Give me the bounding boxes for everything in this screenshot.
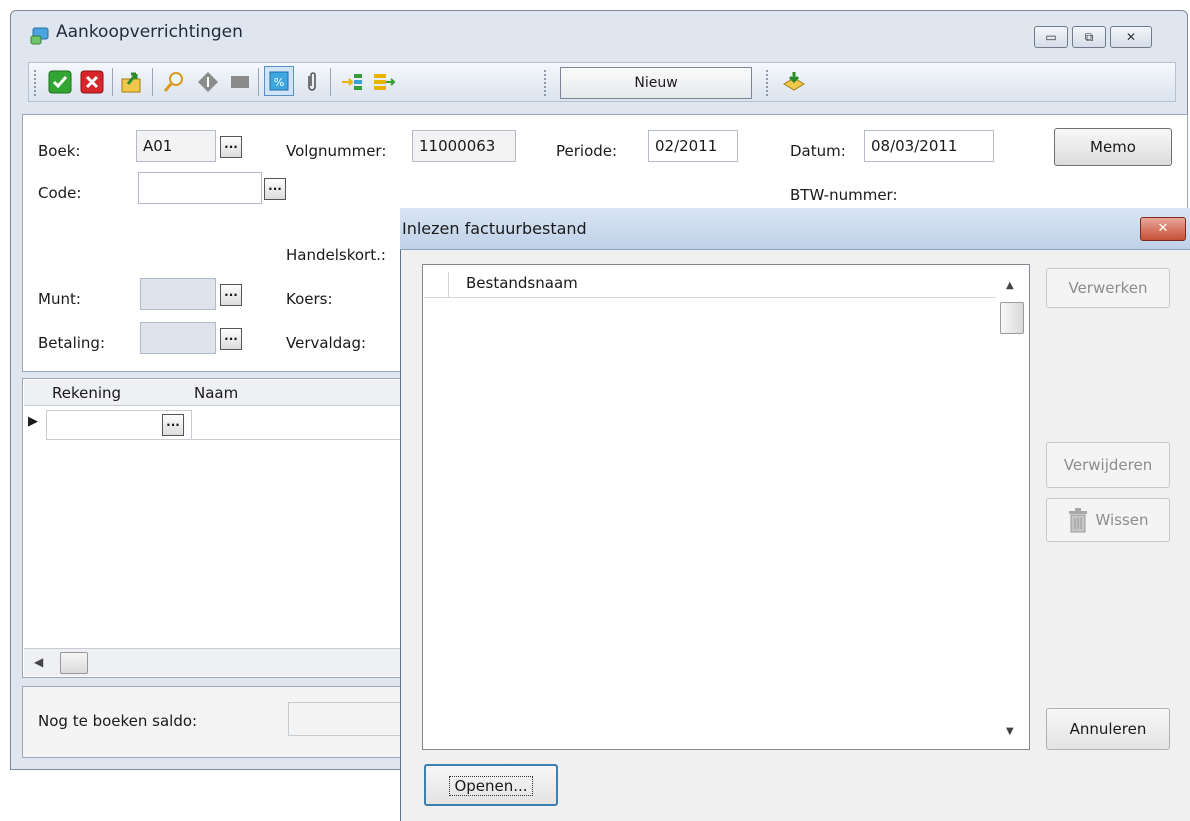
column-header-naam[interactable]: Naam <box>194 384 238 402</box>
file-list[interactable] <box>422 264 1030 750</box>
column-header-rekening[interactable]: Rekening <box>52 384 121 402</box>
annuleren-button[interactable]: Annuleren <box>1046 708 1170 750</box>
saldo-label: Nog te boeken saldo: <box>38 712 198 730</box>
split-left-icon[interactable] <box>340 70 364 94</box>
toolbar-separator <box>330 68 331 96</box>
toolbar-grip[interactable] <box>34 70 39 96</box>
scroll-thumb[interactable] <box>60 652 88 674</box>
trash-icon <box>1065 507 1091 551</box>
munt-lookup-button[interactable]: ... <box>220 284 242 306</box>
btw-label: BTW-nummer: <box>790 186 898 204</box>
paperclip-icon[interactable] <box>300 70 324 94</box>
periode-field[interactable]: 02/2011 <box>648 130 738 162</box>
scroll-left-icon[interactable]: ◀ <box>34 655 43 669</box>
toolbar-grip[interactable] <box>766 70 771 96</box>
boek-label: Boek: <box>38 142 81 160</box>
header-divider <box>448 272 449 298</box>
dialog-title: Inlezen factuurbestand <box>402 219 587 238</box>
saldo-field <box>288 702 404 736</box>
verwijderen-button[interactable]: Verwijderen <box>1046 442 1170 488</box>
munt-field <box>140 278 216 310</box>
boek-field[interactable]: A01 <box>136 130 216 162</box>
datum-field[interactable]: 08/03/2011 <box>864 130 994 162</box>
split-right-icon[interactable] <box>372 70 396 94</box>
wissen-button[interactable]: Wissen <box>1046 498 1170 542</box>
percent-icon[interactable]: % <box>264 66 294 96</box>
toolbar-separator <box>258 68 259 96</box>
betaling-label: Betaling: <box>38 334 106 352</box>
toolbar-grip[interactable] <box>544 70 549 96</box>
toolbar-separator <box>112 68 113 96</box>
info-icon[interactable] <box>196 70 220 94</box>
close-icon: ✕ <box>1125 30 1137 44</box>
periode-label: Periode: <box>556 142 618 160</box>
close-icon: ✕ <box>1157 221 1169 236</box>
confirm-icon[interactable] <box>48 70 72 94</box>
row-indicator-icon: ▶ <box>28 414 38 429</box>
handelskort-label: Handelskort.: <box>286 246 386 264</box>
column-header-bestandsnaam[interactable]: Bestandsnaam <box>466 274 578 292</box>
toolbar-separator <box>152 68 153 96</box>
volgnummer-field: 11000063 <box>412 130 516 162</box>
vervaldag-label: Vervaldag: <box>286 334 367 352</box>
import-icon[interactable] <box>782 70 806 94</box>
koers-label: Koers: <box>286 290 333 308</box>
vertical-scrollbar[interactable] <box>998 266 1028 748</box>
dialog-close-button[interactable]: ✕ <box>1140 217 1186 241</box>
minimize-button[interactable]: ▭ <box>1034 26 1068 48</box>
search-icon[interactable] <box>162 70 186 94</box>
app-icon <box>30 24 52 46</box>
status-field: Nieuw <box>560 67 752 99</box>
openen-button[interactable]: Openen... <box>424 764 558 806</box>
code-field[interactable] <box>138 172 262 204</box>
restore-button[interactable]: ⧉ <box>1072 26 1106 48</box>
minimize-icon: ▭ <box>1045 30 1057 44</box>
code-label: Code: <box>38 184 82 202</box>
stop-icon[interactable] <box>228 70 252 94</box>
openen-label: Openen... <box>449 776 533 796</box>
munt-label: Munt: <box>38 290 81 308</box>
wissen-label: Wissen <box>1095 511 1149 529</box>
betaling-lookup-button[interactable]: ... <box>220 328 242 350</box>
scroll-thumb[interactable] <box>1000 302 1024 334</box>
cancel-icon[interactable] <box>80 70 104 94</box>
verwerken-button[interactable]: Verwerken <box>1046 268 1170 308</box>
restore-icon: ⧉ <box>1084 29 1094 44</box>
svg-text:%: % <box>274 76 284 89</box>
window-title: Aankoopverrichtingen <box>56 22 243 42</box>
betaling-field <box>140 322 216 354</box>
code-lookup-button[interactable]: ... <box>264 178 286 200</box>
close-button[interactable]: ✕ <box>1110 26 1152 48</box>
volgnummer-label: Volgnummer: <box>286 142 387 160</box>
datum-label: Datum: <box>790 142 846 160</box>
export-icon[interactable] <box>120 70 144 94</box>
memo-button[interactable]: Memo <box>1054 128 1172 166</box>
rekening-lookup-button[interactable]: ... <box>162 414 184 436</box>
naam-cell[interactable] <box>192 410 402 440</box>
scroll-up-icon[interactable]: ▲ <box>1006 280 1014 291</box>
scroll-down-icon[interactable]: ▼ <box>1006 726 1014 737</box>
boek-lookup-button[interactable]: ... <box>220 136 242 158</box>
